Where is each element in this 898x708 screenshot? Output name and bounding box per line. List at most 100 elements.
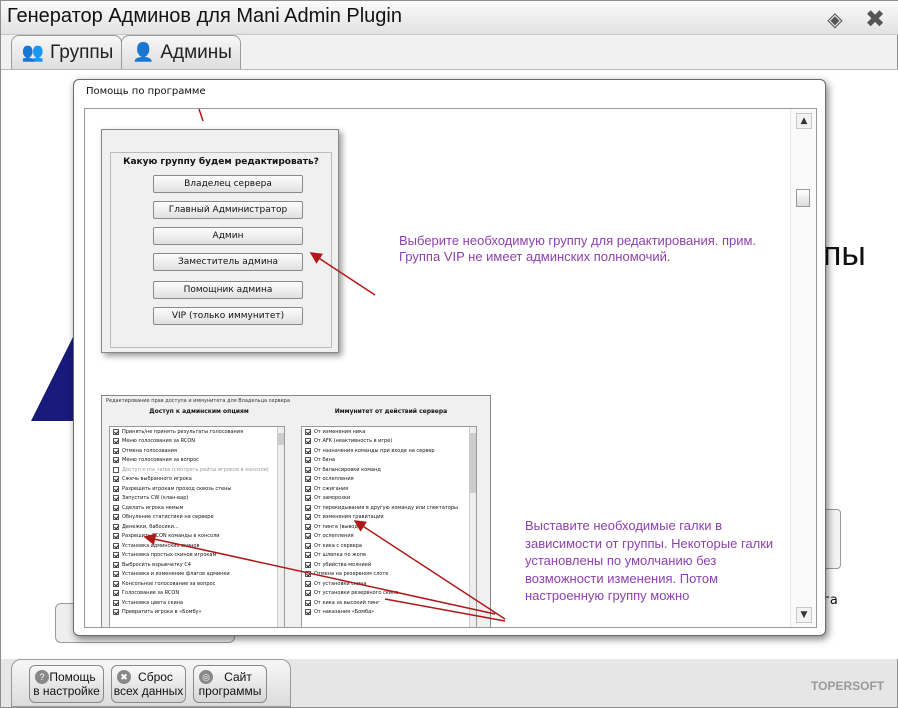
checkbox-row[interactable]: Сжечь выбранного игрока	[110, 475, 284, 485]
checkbox-row[interactable]: От наказания «Бомба»	[302, 608, 476, 618]
group-button-helper[interactable]: Помощник админа	[153, 281, 303, 299]
checkbox[interactable]	[305, 438, 311, 445]
checkbox[interactable]	[113, 457, 119, 464]
checkbox[interactable]	[113, 428, 119, 435]
checkbox[interactable]	[305, 457, 311, 464]
checkbox-row[interactable]: Сделать игрока немым	[110, 503, 284, 513]
checkbox[interactable]	[113, 609, 119, 616]
checkbox[interactable]	[305, 466, 311, 473]
scroll-thumb[interactable]	[277, 433, 284, 445]
close-icon[interactable]: ✖	[863, 5, 887, 33]
checkbox[interactable]	[113, 447, 119, 454]
checkbox-row[interactable]: От ослепления	[302, 532, 476, 542]
checkbox-row[interactable]: Запустить CW (клан-вар)	[110, 494, 284, 504]
checkbox-row[interactable]: От ослепления	[302, 475, 476, 485]
checkbox[interactable]	[113, 599, 119, 606]
checkbox[interactable]	[113, 504, 119, 511]
checkbox-row[interactable]: От шлепка по жопе	[302, 551, 476, 561]
scroll-thumb[interactable]	[469, 433, 476, 493]
checkbox-row[interactable]: Отмена голосования	[110, 446, 284, 456]
checkbox-row[interactable]: От AFK (неактивность в игре)	[302, 437, 476, 447]
checkbox-row[interactable]: От установки резервного скина	[302, 589, 476, 599]
info-icon[interactable]: ◈	[823, 7, 847, 31]
group-button-admin[interactable]: Админ	[153, 227, 303, 245]
checkbox-row[interactable]: От убийства молнией	[302, 560, 476, 570]
checkbox-row[interactable]: От кика за высокий пинг	[302, 598, 476, 608]
checkbox[interactable]	[305, 447, 311, 454]
checkbox-row[interactable]: Установка простых скинов игрокам	[110, 551, 284, 561]
checkbox-row[interactable]: От изменения ника	[302, 427, 476, 437]
reset-button[interactable]: ✖ Сброс всех данных	[111, 665, 186, 703]
checkbox[interactable]	[305, 495, 311, 502]
list-scrollbar[interactable]	[277, 427, 284, 627]
checkbox-row[interactable]: Меню голосования за RCON	[110, 437, 284, 447]
checkbox-row[interactable]: От кика с сервера	[302, 541, 476, 551]
checkbox[interactable]	[113, 571, 119, 578]
checkbox[interactable]	[113, 476, 119, 483]
checkbox[interactable]	[305, 590, 311, 597]
group-button-chief-admin[interactable]: Главный Администратор	[153, 201, 303, 219]
checkbox-row[interactable]: Принять/не принять результаты голосовани…	[110, 427, 284, 437]
checkbox[interactable]	[305, 485, 311, 492]
checkbox-row[interactable]: Денежки, бабосики...	[110, 522, 284, 532]
checkbox-row[interactable]: От бана	[302, 456, 476, 466]
scroll-up-icon[interactable]: ▲	[796, 113, 812, 129]
checkbox[interactable]	[113, 514, 119, 521]
checkbox[interactable]	[305, 504, 311, 511]
checkbox[interactable]	[305, 428, 311, 435]
help-scrollbar[interactable]: ▲ ▼	[790, 109, 816, 627]
checkbox[interactable]	[113, 438, 119, 445]
checkbox-row[interactable]: Установка и изменение флагов админки	[110, 570, 284, 580]
checkbox-row[interactable]: От перекидывания в другую команду или сп…	[302, 503, 476, 513]
checkbox-row[interactable]: От сжигания	[302, 484, 476, 494]
checkbox[interactable]	[113, 485, 119, 492]
checkbox[interactable]	[113, 552, 119, 559]
checkbox[interactable]	[305, 514, 311, 521]
checkbox-row[interactable]: От установки скина	[302, 579, 476, 589]
checkbox[interactable]	[305, 599, 311, 606]
checkbox-row[interactable]: Обнуление статистики на сервере	[110, 513, 284, 523]
checkbox-row[interactable]: От пинга (вывода)	[302, 522, 476, 532]
scroll-down-icon[interactable]: ▼	[796, 607, 812, 623]
tab-admins[interactable]: 👤 Админы	[121, 35, 241, 69]
checkbox[interactable]	[305, 552, 311, 559]
group-button-owner[interactable]: Владелец сервера	[153, 175, 303, 193]
website-button[interactable]: ◎ Сайт программы	[193, 665, 267, 703]
checkbox[interactable]	[113, 590, 119, 597]
checkbox-row[interactable]: Консольное голосование за вопрос	[110, 579, 284, 589]
scroll-thumb[interactable]	[796, 189, 810, 207]
checkbox-row[interactable]: Установка админских скинов	[110, 541, 284, 551]
checkbox-row[interactable]: Голосование за RCON	[110, 589, 284, 599]
checkbox-row[interactable]: Установка цвета скина	[110, 598, 284, 608]
checkbox[interactable]	[113, 533, 119, 540]
checkbox-row[interactable]: От заморозки	[302, 494, 476, 504]
checkbox[interactable]	[305, 609, 311, 616]
checkbox-row[interactable]: Меню голосования за вопрос	[110, 456, 284, 466]
checkbox[interactable]	[113, 561, 119, 568]
checkbox[interactable]	[113, 580, 119, 587]
checkbox-row[interactable]: Разрешить RCON команды в консоли	[110, 532, 284, 542]
checkbox[interactable]	[305, 523, 311, 530]
help-button[interactable]: ? Помощь в настройке	[29, 665, 104, 703]
checkbox[interactable]	[113, 542, 119, 549]
checkbox[interactable]	[305, 476, 311, 483]
checkbox[interactable]	[305, 533, 311, 540]
checkbox[interactable]	[305, 571, 311, 578]
checkbox-row[interactable]: Отмена на резервном слоте	[302, 570, 476, 580]
checkbox-row[interactable]: Выбросить взрывчатку С4	[110, 560, 284, 570]
checkbox[interactable]	[113, 523, 119, 530]
checkbox-row[interactable]: Разрешить игрокам проход сквозь стены	[110, 484, 284, 494]
group-button-vip[interactable]: VIP (только иммунитет)	[153, 307, 303, 325]
tab-groups[interactable]: 👥 Группы	[11, 35, 123, 69]
checkbox[interactable]	[113, 495, 119, 502]
checkbox[interactable]	[305, 580, 311, 587]
checkbox-row[interactable]: От назначения команды при входе на серве…	[302, 446, 476, 456]
checkbox[interactable]	[305, 561, 311, 568]
checkbox-row[interactable]: Доступ к ma_rates (смотреть рейты игроко…	[110, 465, 284, 475]
list-scrollbar[interactable]	[469, 427, 476, 627]
checkbox-row[interactable]: От изменения гравитации	[302, 513, 476, 523]
checkbox[interactable]	[305, 542, 311, 549]
checkbox-row[interactable]: Превратить игрока в «Бомбу»	[110, 608, 284, 618]
checkbox-row[interactable]: От балансировки команд	[302, 465, 476, 475]
group-button-deputy[interactable]: Заместитель админа	[153, 253, 303, 271]
